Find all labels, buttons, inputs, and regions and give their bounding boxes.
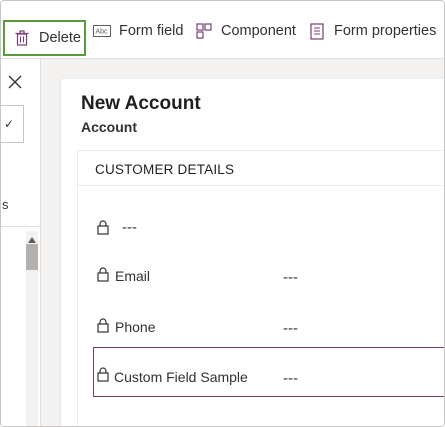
phone-label: Phone [115,319,156,335]
delete-label: Delete [39,30,81,46]
component-button[interactable]: Component [195,19,296,43]
form-field-button[interactable]: Abc Form field [93,19,183,43]
component-icon [195,22,213,40]
close-icon[interactable] [7,74,23,90]
command-bar: Delete Abc Form field Component Form pro… [1,1,444,59]
custom-field-label: Custom Field Sample [114,369,248,385]
section-title: CUSTOMER DETAILS [95,162,235,177]
form-properties-label: Form properties [334,23,437,39]
svg-text:Abc: Abc [96,29,109,36]
lock-icon [97,220,109,235]
form-title: New Account [81,93,201,114]
lock-icon [97,318,109,333]
custom-field-value: --- [283,370,298,387]
section-header: CUSTOMER DETAILS [78,151,444,186]
email-value: --- [283,269,298,286]
email-field-row[interactable]: Email --- [78,261,444,311]
form-properties-button[interactable]: Form properties [308,19,436,43]
document-icon [308,22,326,40]
field-value: --- [122,219,137,236]
selected-option-card[interactable]: ✓ [1,105,24,143]
text-field-icon: Abc [93,22,111,40]
phone-value: --- [283,320,298,337]
lock-icon [97,267,109,282]
custom-field-sample-row[interactable]: Custom Field Sample --- [93,347,444,397]
form-entity-name: Account [81,119,137,135]
delete-button[interactable]: Delete [3,20,86,56]
scroll-up-arrow-icon[interactable] [27,231,37,243]
lock-icon [97,367,109,382]
component-label: Component [221,23,296,39]
panel-divider [1,226,41,227]
scrollbar-thumb[interactable] [26,244,38,270]
form-field-label: Form field [119,23,184,39]
left-pane: ✓ s [1,59,41,426]
app-frame: Delete Abc Form field Component Form pro… [0,0,445,427]
trash-icon [13,29,31,47]
email-label: Email [115,268,151,284]
panel-text-fragment: s [2,197,9,212]
checkmark-icon: ✓ [4,117,15,131]
form-field-row[interactable]: --- [78,213,444,263]
